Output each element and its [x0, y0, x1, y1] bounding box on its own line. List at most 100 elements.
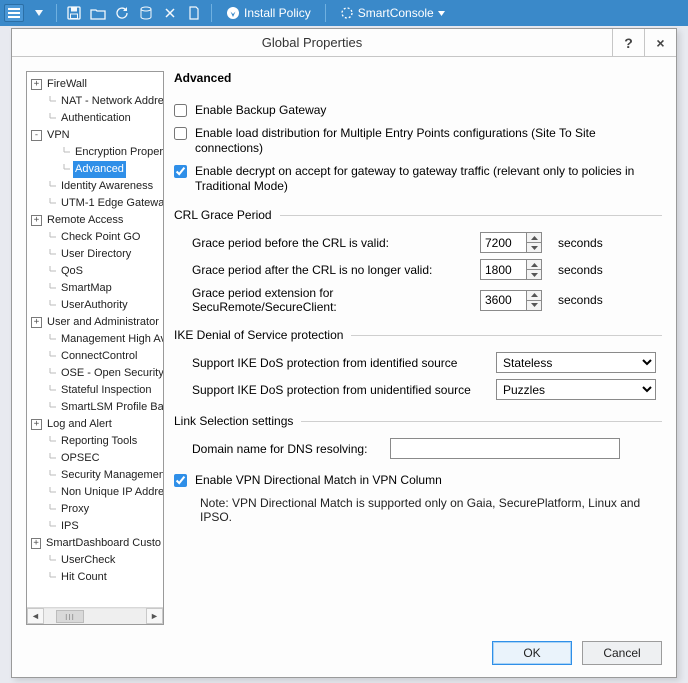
ike-identified-select[interactable]: Stateless	[496, 352, 656, 373]
database-icon[interactable]	[137, 4, 155, 22]
spin-down-icon[interactable]	[526, 242, 542, 253]
tree-item[interactable]: Proxy	[29, 501, 163, 518]
tree-item-label[interactable]: Encryption Properti	[73, 144, 163, 161]
tree-item-label[interactable]: User Directory	[59, 246, 133, 263]
scroll-left-icon[interactable]: ◄	[27, 608, 44, 624]
refresh-icon[interactable]	[113, 4, 131, 22]
expand-icon[interactable]: +	[31, 79, 42, 90]
tree-item[interactable]: Reporting Tools	[29, 433, 163, 450]
tree-item-label[interactable]: FireWall	[45, 76, 89, 93]
tree-item[interactable]: +Remote Access	[29, 212, 163, 229]
collapse-icon[interactable]: -	[31, 130, 42, 141]
tree-item-label[interactable]: OPSEC	[59, 450, 102, 467]
spin-down-icon[interactable]	[526, 269, 542, 280]
tree-item[interactable]: Authentication	[29, 110, 163, 127]
crl-after-input[interactable]	[480, 259, 526, 280]
help-button[interactable]: ?	[612, 29, 644, 56]
tree-item-label[interactable]: ConnectControl	[59, 348, 139, 365]
open-folder-icon[interactable]	[89, 4, 107, 22]
save-icon[interactable]	[65, 4, 83, 22]
spin-up-icon[interactable]	[526, 232, 542, 242]
scroll-right-icon[interactable]: ►	[146, 608, 163, 624]
tree-item-label[interactable]: Authentication	[59, 110, 133, 127]
tree-item[interactable]: NAT - Network Addres	[29, 93, 163, 110]
enable-vpn-directional-match-checkbox[interactable]	[174, 474, 187, 487]
tree-item-label[interactable]: Remote Access	[45, 212, 125, 229]
tree-item[interactable]: UserCheck	[29, 552, 163, 569]
ok-button[interactable]: OK	[492, 641, 572, 665]
tree-item-label[interactable]: UserCheck	[59, 552, 117, 569]
tools-icon[interactable]	[161, 4, 179, 22]
tree-item[interactable]: SmartMap	[29, 280, 163, 297]
tree-item[interactable]: Advanced	[29, 161, 163, 178]
tree-item[interactable]: User Directory	[29, 246, 163, 263]
tree-item-label[interactable]: VPN	[45, 127, 72, 144]
tree-item[interactable]: +FireWall	[29, 76, 163, 93]
tree-item-label[interactable]: UserAuthority	[59, 297, 130, 314]
tree-item[interactable]: Hit Count	[29, 569, 163, 586]
tree-item[interactable]: Check Point GO	[29, 229, 163, 246]
tree-item[interactable]: SmartLSM Profile Base	[29, 399, 163, 416]
tree-item-label[interactable]: User and Administrator	[45, 314, 161, 331]
tree-item-label[interactable]: Hit Count	[59, 569, 109, 586]
expand-icon[interactable]: +	[31, 215, 42, 226]
tree-item-label[interactable]: SmartMap	[59, 280, 114, 297]
tree-item-label[interactable]: Advanced	[73, 161, 126, 178]
enable-backup-gateway-checkbox[interactable]	[174, 104, 187, 117]
dns-input[interactable]	[390, 438, 620, 459]
document-icon[interactable]	[185, 4, 203, 22]
scroll-thumb[interactable]: III	[56, 610, 84, 623]
expand-icon[interactable]: +	[31, 538, 41, 549]
smartconsole-button[interactable]: SmartConsole	[334, 2, 451, 24]
tree-item[interactable]: Stateful Inspection	[29, 382, 163, 399]
tree-item-label[interactable]: Log and Alert	[45, 416, 114, 433]
spin-up-icon[interactable]	[526, 290, 542, 300]
crl-ext-input[interactable]	[480, 290, 526, 311]
tree-item[interactable]: Security Management .	[29, 467, 163, 484]
tree-item-label[interactable]: Management High Ava	[59, 331, 163, 348]
tree-item[interactable]: +User and Administrator	[29, 314, 163, 331]
ike-unidentified-select[interactable]: Puzzles	[496, 379, 656, 400]
spin-up-icon[interactable]	[526, 259, 542, 269]
tree-item[interactable]: Identity Awareness	[29, 178, 163, 195]
tree-item-label[interactable]: IPS	[59, 518, 81, 535]
tree-item-label[interactable]: Identity Awareness	[59, 178, 155, 195]
tree-item[interactable]: -VPN	[29, 127, 163, 144]
tree-item[interactable]: OPSEC	[29, 450, 163, 467]
tree-item[interactable]: UserAuthority	[29, 297, 163, 314]
tree-item[interactable]: UTM-1 Edge Gateway	[29, 195, 163, 212]
tree-item[interactable]: +SmartDashboard Custo	[29, 535, 163, 552]
tree-item-label[interactable]: SmartDashboard Custo	[44, 535, 163, 552]
enable-load-distribution-checkbox[interactable]	[174, 127, 187, 140]
tree-item[interactable]: Non Unique IP Address	[29, 484, 163, 501]
tree-item-label[interactable]: QoS	[59, 263, 85, 280]
tree-item-label[interactable]: Non Unique IP Address	[59, 484, 163, 501]
tree-item[interactable]: OSE - Open Security E	[29, 365, 163, 382]
tree-item-label[interactable]: Proxy	[59, 501, 91, 518]
app-menu-button[interactable]	[4, 4, 24, 22]
tree-item[interactable]: QoS	[29, 263, 163, 280]
navigation-tree[interactable]: +FireWallNAT - Network AddresAuthenticat…	[27, 72, 163, 606]
tree-item[interactable]: Management High Ava	[29, 331, 163, 348]
tree-item-label[interactable]: NAT - Network Addres	[59, 93, 163, 110]
tree-item-label[interactable]: Security Management .	[59, 467, 163, 484]
tree-item[interactable]: +Log and Alert	[29, 416, 163, 433]
cancel-button[interactable]: Cancel	[582, 641, 662, 665]
tree-item[interactable]: Encryption Properti	[29, 144, 163, 161]
enable-decrypt-on-accept-checkbox[interactable]	[174, 165, 187, 178]
tree-item-label[interactable]: UTM-1 Edge Gateway	[59, 195, 163, 212]
scroll-track[interactable]: III	[44, 608, 146, 624]
tree-item-label[interactable]: Reporting Tools	[59, 433, 139, 450]
tree-item[interactable]: ConnectControl	[29, 348, 163, 365]
tree-item-label[interactable]: OSE - Open Security E	[59, 365, 163, 382]
dropdown-icon[interactable]	[30, 4, 48, 22]
expand-icon[interactable]: +	[31, 419, 42, 430]
close-button[interactable]: ×	[644, 29, 676, 56]
tree-item-label[interactable]: SmartLSM Profile Base	[59, 399, 163, 416]
tree-horizontal-scrollbar[interactable]: ◄ III ►	[27, 607, 163, 624]
expand-icon[interactable]: +	[31, 317, 42, 328]
tree-item-label[interactable]: Check Point GO	[59, 229, 142, 246]
crl-before-input[interactable]	[480, 232, 526, 253]
tree-item-label[interactable]: Stateful Inspection	[59, 382, 154, 399]
install-policy-button[interactable]: Install Policy	[220, 2, 317, 24]
